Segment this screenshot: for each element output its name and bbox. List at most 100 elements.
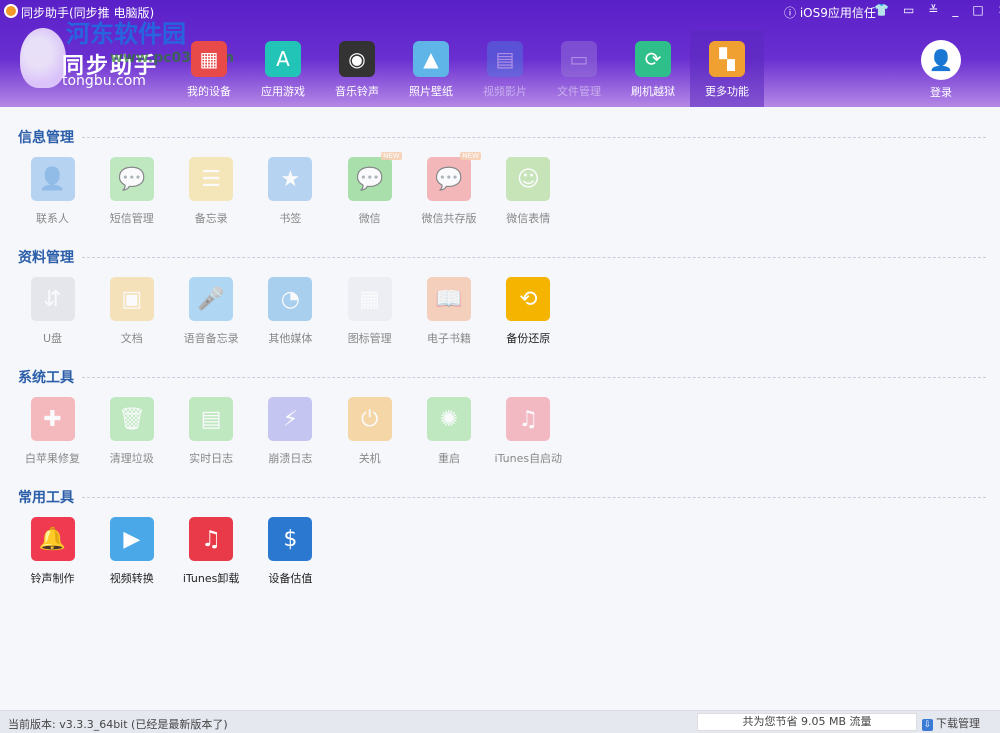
icon-glyph: 🎤 <box>197 286 225 312</box>
app-store-icon: A <box>265 41 301 77</box>
power-icon: ⏻ <box>347 397 392 441</box>
trust-label: iOS9应用信任 <box>799 6 876 20</box>
icon-glyph: 💬 <box>355 166 384 192</box>
menu-icon[interactable]: ≚ <box>928 3 938 17</box>
ios9-trust-link[interactable]: ⓘ iOS9应用信任 <box>784 4 876 21</box>
tile-bell[interactable]: 🔔 铃声制作 <box>13 517 92 586</box>
tile-grid: ✚ 白苹果修复 🗑 清理垃圾 ▤ 实时日志 ⚡ 崩溃日志 ⏻ 关机 ✺ 重启 ♫ iTunes自启动 <box>18 387 986 477</box>
tile-media[interactable]: ◔ 其他媒体 <box>251 277 330 346</box>
icon-glyph: ★ <box>280 166 301 192</box>
tile-label: 关机 <box>358 452 381 465</box>
tile-grid: 👤 联系人 💬 短信管理 ☰ 备忘录 ★ 书签 💬 NEW 微信 💬 NEW 微信共存版 ☺ 微信表情 <box>18 147 986 237</box>
tile-log[interactable]: ▤ 实时日志 <box>172 397 251 466</box>
tile-label: 实时日志 <box>189 452 234 465</box>
tile-notes[interactable]: ☰ 备忘录 <box>172 157 251 226</box>
video-convert-icon: ▶ <box>109 517 154 561</box>
tile-label: 铃声制作 <box>30 572 75 585</box>
tile-itunes-uninstall[interactable]: ♫ iTunes卸载 <box>172 517 251 586</box>
tile-apple-repair[interactable]: ✚ 白苹果修复 <box>13 397 92 466</box>
tile-itunes-autostart[interactable]: ♫ iTunes自启动 <box>489 397 568 466</box>
tile-contacts[interactable]: 👤 联系人 <box>13 157 92 226</box>
nav-store[interactable]: ▦ 我的设备 <box>172 30 246 107</box>
backup-restore-icon: ⟲ <box>506 277 551 321</box>
icon-glyph: ♫ <box>518 406 539 432</box>
section-title: 资料管理 <box>18 247 986 267</box>
section-1: 资料管理 ⇵ U盘 ▣ 文档 🎤 语音备忘录 ◔ 其他媒体 ▦ 图标管理 📖 电子书籍 ⟲ 备份还原 <box>18 247 986 357</box>
tile-label: 备份还原 <box>506 332 551 345</box>
tile-label: 微信 <box>358 212 381 225</box>
tile-bookmark[interactable]: ★ 书签 <box>251 157 330 226</box>
tile-backup-restore[interactable]: ⟲ 备份还原 <box>489 277 568 346</box>
dollar-icon: $ <box>268 517 313 561</box>
section-title: 常用工具 <box>18 487 986 507</box>
tile-label: 其他媒体 <box>268 332 313 345</box>
icon-glyph: ✚ <box>43 406 62 432</box>
smiley-icon: ☺ <box>506 157 551 201</box>
crash-log-icon: ⚡ <box>268 397 313 441</box>
download-manager-button[interactable]: ⇩ 下载管理 <box>922 715 980 731</box>
tile-usb-drive[interactable]: ⇵ U盘 <box>13 277 92 346</box>
tile-label: 书签 <box>279 212 302 225</box>
tile-label: 备忘录 <box>194 212 228 225</box>
nav-label: 我的设备 <box>187 85 231 98</box>
icon-glyph: 🔔 <box>38 526 67 552</box>
contacts-icon: 👤 <box>30 157 75 201</box>
feedback-icon[interactable]: ▭ <box>903 3 914 17</box>
app-icon <box>4 4 18 18</box>
icon-grid-icon: ▦ <box>347 277 392 321</box>
tile-video-convert[interactable]: ▶ 视频转换 <box>92 517 171 586</box>
tile-microphone[interactable]: 🎤 语音备忘录 <box>172 277 251 346</box>
media-icon: ◔ <box>268 277 313 321</box>
icon-glyph: ▦ <box>359 286 381 312</box>
apple-repair-icon: ✚ <box>30 397 75 441</box>
tile-label: 微信共存版 <box>421 212 477 225</box>
nav-label: 文件管理 <box>557 85 601 98</box>
nav-clapper[interactable]: ▤ 视频影片 <box>468 30 542 107</box>
tile-icon-grid[interactable]: ▦ 图标管理 <box>330 277 409 346</box>
icon-glyph: ⏻ <box>360 406 379 432</box>
nav-label: 视频影片 <box>483 85 527 98</box>
folder-icon: ▭ <box>561 41 597 77</box>
tile-label: 文档 <box>120 332 143 345</box>
nav-folder[interactable]: ▭ 文件管理 <box>542 30 616 107</box>
nav-more-grid[interactable]: ▚ 更多功能 <box>690 30 764 107</box>
minimize-icon[interactable]: _ <box>952 3 958 17</box>
bookmark-icon: ★ <box>268 157 313 201</box>
tile-label: 设备估值 <box>268 572 313 585</box>
nav-app-store[interactable]: A 应用游戏 <box>246 30 320 107</box>
tile-crash-log[interactable]: ⚡ 崩溃日志 <box>251 397 330 466</box>
login-button[interactable]: 👤 登录 <box>918 40 964 100</box>
log-icon: ▤ <box>189 397 234 441</box>
nav-jailbreak[interactable]: ⟳ 刷机越狱 <box>616 30 690 107</box>
nav-photo[interactable]: ▲ 照片壁纸 <box>394 30 468 107</box>
tile-grid: 🔔 铃声制作 ▶ 视频转换 ♫ iTunes卸载 $ 设备估值 <box>18 507 986 597</box>
bell-icon: 🔔 <box>30 517 75 561</box>
document-icon: ▣ <box>109 277 154 321</box>
icon-glyph: ▶ <box>123 526 141 552</box>
tile-smiley[interactable]: ☺ 微信表情 <box>489 157 568 226</box>
book-icon: 📖 <box>427 277 471 321</box>
new-badge: NEW <box>381 152 402 160</box>
tile-restart[interactable]: ✺ 重启 <box>410 397 489 466</box>
icon-glyph: ⟲ <box>519 286 538 312</box>
icon-glyph: 👤 <box>38 166 67 192</box>
notes-icon: ☰ <box>189 157 234 201</box>
nav-vinyl[interactable]: ◉ 音乐铃声 <box>320 30 394 107</box>
tile-dollar[interactable]: $ 设备估值 <box>251 517 330 586</box>
icon-glyph: ☺ <box>516 166 540 192</box>
logo-domain: tongbu.com <box>62 73 146 89</box>
tile-power[interactable]: ⏻ 关机 <box>330 397 409 466</box>
skin-icon[interactable]: 👕 <box>874 3 889 17</box>
maximize-icon[interactable]: □ <box>972 3 983 17</box>
tile-document[interactable]: ▣ 文档 <box>92 277 171 346</box>
watermark: 河东软件园 <box>66 20 186 48</box>
tile-label: 联系人 <box>36 212 69 225</box>
logo-mark-icon <box>20 28 66 88</box>
tile-message[interactable]: 💬 短信管理 <box>92 157 171 226</box>
tile-trash[interactable]: 🗑 清理垃圾 <box>92 397 171 466</box>
user-icon: 👤 <box>921 40 961 80</box>
tile-wechat-dual[interactable]: 💬 NEW 微信共存版 <box>410 152 489 226</box>
feature-panel: 信息管理 👤 联系人 💬 短信管理 ☰ 备忘录 ★ 书签 💬 NEW 微信 💬 NEW 微信共存版 ☺ 微信表情… <box>0 107 1000 710</box>
tile-wechat[interactable]: 💬 NEW 微信 <box>330 152 409 226</box>
tile-book[interactable]: 📖 电子书籍 <box>410 277 489 346</box>
